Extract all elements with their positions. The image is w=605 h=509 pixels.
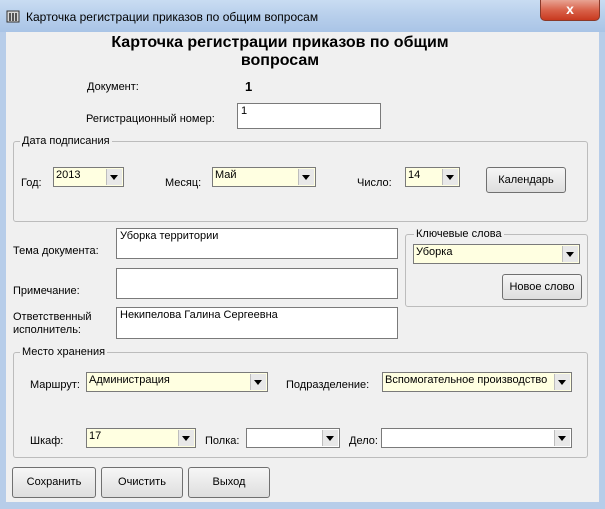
keywords-value: Уборка (416, 246, 453, 258)
form-heading-line2: вопросам (240, 52, 320, 69)
executor-label: Ответственный исполнитель: (13, 311, 92, 337)
topic-input[interactable]: Уборка территории (116, 228, 398, 259)
division-label: Подразделение: (286, 379, 370, 391)
month-select[interactable]: Май (212, 167, 316, 187)
day-value: 14 (408, 169, 421, 181)
close-button[interactable]: x (540, 0, 600, 21)
route-label: Маршрут: (30, 379, 80, 391)
route-dropdown-icon[interactable] (250, 374, 266, 390)
cabinet-dropdown-icon[interactable] (178, 430, 194, 446)
new-keyword-button[interactable]: Новое слово (502, 274, 582, 300)
calendar-button[interactable]: Календарь (486, 167, 566, 193)
note-input[interactable] (116, 268, 398, 299)
exit-button[interactable]: Выход (188, 467, 270, 498)
case-label: Дело: (349, 435, 378, 447)
reg-number-label: Регистрационный номер: (86, 113, 215, 125)
keywords-select[interactable]: Уборка (413, 244, 580, 264)
date-group-legend: Дата подписания (20, 135, 112, 147)
document-value: 1 (245, 79, 253, 94)
shelf-label: Полка: (205, 435, 240, 447)
app-icon (6, 10, 20, 23)
division-dropdown-icon[interactable] (554, 374, 570, 390)
keywords-dropdown-icon[interactable] (562, 246, 578, 262)
route-value: Администрация (89, 374, 170, 386)
executor-label-line1: Ответственный (13, 311, 92, 323)
month-label: Месяц: (165, 177, 202, 189)
year-label: Год: (21, 177, 42, 189)
window-frame-right (599, 32, 605, 509)
form-heading-line1: Карточка регистрации приказов по общим (111, 34, 449, 51)
storage-legend: Место хранения (20, 346, 108, 358)
keywords-legend: Ключевые слова (414, 228, 504, 240)
topic-label: Тема документа: (13, 245, 99, 257)
day-dropdown-icon[interactable] (442, 169, 458, 185)
year-dropdown-icon[interactable] (106, 169, 122, 185)
year-value: 2013 (56, 169, 81, 181)
year-select[interactable]: 2013 (53, 167, 124, 187)
cabinet-value: 17 (89, 430, 102, 442)
clear-button[interactable]: Очистить (101, 467, 183, 498)
month-dropdown-icon[interactable] (298, 169, 314, 185)
window-title: Карточка регистрации приказов по общим в… (26, 10, 319, 24)
case-dropdown-icon[interactable] (554, 430, 570, 446)
shelf-select[interactable] (246, 428, 340, 448)
document-label: Документ: (87, 81, 139, 93)
executor-input[interactable]: Некипелова Галина Сергеевна (116, 307, 398, 339)
case-select[interactable] (381, 428, 572, 448)
window-frame-bottom (0, 502, 605, 509)
cabinet-label: Шкаф: (30, 435, 64, 447)
month-value: Май (215, 169, 237, 181)
day-select[interactable]: 14 (405, 167, 460, 187)
save-button[interactable]: Сохранить (12, 467, 96, 498)
division-select[interactable]: Вспомогательное производство (382, 372, 572, 392)
cabinet-select[interactable]: 17 (86, 428, 196, 448)
day-label: Число: (357, 177, 392, 189)
division-value: Вспомогательное производство (385, 374, 548, 386)
route-select[interactable]: Администрация (86, 372, 268, 392)
reg-number-input[interactable]: 1 (237, 103, 381, 129)
form-heading: Карточка регистрации приказов по общим в… (100, 34, 460, 70)
note-label: Примечание: (13, 285, 80, 297)
executor-label-line2: исполнитель: (13, 324, 81, 336)
shelf-dropdown-icon[interactable] (322, 430, 338, 446)
